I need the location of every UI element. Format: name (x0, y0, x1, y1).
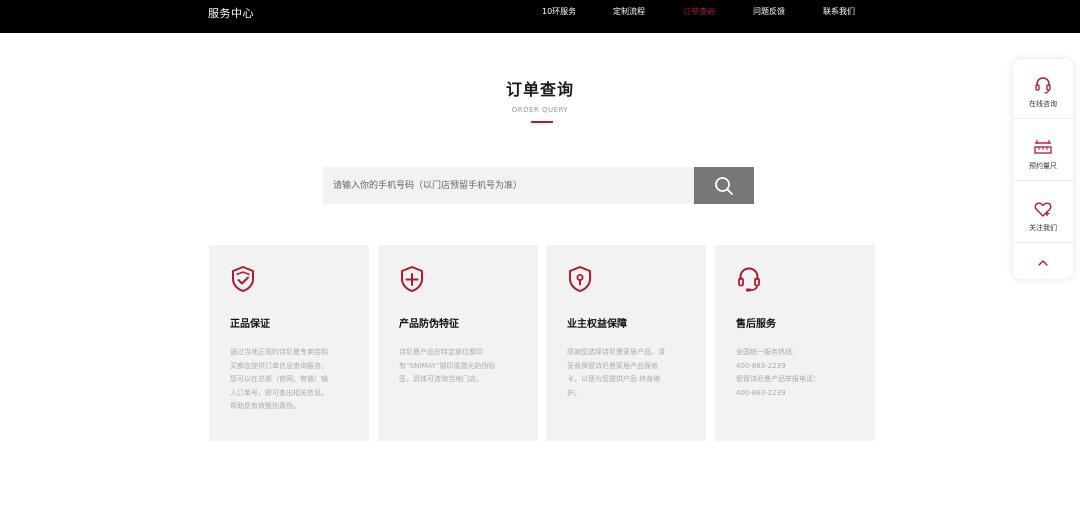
card-text-line: 假冒诗尼曼产品举报电话： (736, 375, 820, 383)
card-description: 通过当地正规的诗尼曼专卖店购 买都会提供订单信息查询服务， 您可以在总部（官网、… (230, 346, 350, 414)
title-underline (531, 121, 553, 123)
side-float-toolbar: 在线咨询 预约量尺 关注我们 (1013, 59, 1073, 279)
card-title: 售后服务 (736, 319, 776, 330)
top-navigation-bar: 服务中心 10环服务 定制流程 订单查询 问题反馈 联系我们 (0, 0, 1080, 33)
card-text-line: 签，具体可咨询当地门店。 (399, 375, 483, 383)
nav-item-custom-process[interactable]: 定制流程 (613, 6, 645, 17)
card-text-line: 护。 (567, 388, 581, 397)
card-title: 正品保证 (230, 319, 270, 330)
shield-plus-icon (401, 266, 423, 292)
card-text-line: 妥善保管诗尼曼家居产品保修 (567, 361, 658, 370)
card-text-line: 有“SNIMAY”钢印或激光防伪标 (399, 361, 496, 370)
back-to-top-button[interactable] (1013, 245, 1073, 279)
search-icon (715, 176, 733, 195)
main-nav: 10环服务 定制流程 订单查询 问题反馈 联系我们 (0, 6, 1080, 20)
card-description: 诗尼曼产品在特定部位都印 有“SNIMAY”钢印或激光防伪标 签，具体可咨询当地… (399, 346, 519, 387)
follow-us-button[interactable]: 关注我们 (1013, 183, 1073, 243)
headset-icon (1035, 77, 1051, 94)
card-text-line: 感谢您选择诗尼曼家居产品，请 (567, 348, 665, 356)
chevron-up-icon (1038, 260, 1048, 266)
feature-card-anti-counterfeit: 产品防伪特征 诗尼曼产品在特定部位都印 有“SNIMAY”钢印或激光防伪标 签，… (378, 245, 538, 441)
card-text-line: 全国统一服务热线： (736, 348, 799, 356)
nav-item-10-ring-service[interactable]: 10环服务 (542, 6, 576, 17)
page-title: 订单查询 (505, 80, 574, 99)
side-item-label: 预约量尺 (1029, 162, 1057, 170)
search-button[interactable] (694, 167, 754, 204)
card-title: 业主权益保障 (567, 319, 627, 330)
side-item-label: 在线咨询 (1029, 100, 1057, 108)
feature-card-after-sales: 售后服务 全国统一服务热线： 400-883-2239 假冒诗尼曼产品举报电话：… (715, 245, 875, 441)
ruler-icon (1034, 140, 1052, 154)
nav-item-order-query[interactable]: 订单查询 (683, 6, 715, 17)
nav-item-contact-us[interactable]: 联系我们 (823, 6, 855, 17)
shield-check-icon (232, 266, 254, 292)
online-consult-button[interactable]: 在线咨询 (1013, 59, 1073, 119)
feature-card-owner-rights: 业主权益保障 感谢您选择诗尼曼家居产品，请 妥善保管诗尼曼家居产品保修 卡，以便… (546, 245, 706, 441)
headset-icon (738, 267, 760, 292)
heart-plus-icon (1034, 202, 1052, 217)
nav-item-feedback[interactable]: 问题反馈 (753, 6, 785, 17)
side-item-label: 关注我们 (1029, 224, 1057, 232)
card-description: 感谢您选择诗尼曼家居产品，请 妥善保管诗尼曼家居产品保修 卡，以便为您提供产品 … (567, 346, 687, 400)
card-title: 产品防伪特征 (399, 319, 459, 330)
feature-card-authentic: 正品保证 通过当地正规的诗尼曼专卖店购 买都会提供订单信息查询服务， 您可以在总… (209, 245, 369, 441)
card-text-line: 买都会提供订单信息查询服务， (230, 361, 328, 370)
phone-search-input[interactable] (323, 167, 694, 204)
order-search-bar (323, 167, 754, 204)
card-text-line: 帮助您有效甄别真伪。 (230, 402, 300, 410)
service-hotline-number: 400-883-2239 (736, 361, 786, 370)
card-text-line: 您可以在总部（官网、官微）输 (230, 375, 328, 383)
card-description: 全国统一服务热线： 400-883-2239 假冒诗尼曼产品举报电话： 400-… (736, 346, 856, 400)
card-text-line: 诗尼曼产品在特定部位都印 (399, 348, 483, 356)
page-subtitle: ORDER QUERY (511, 106, 569, 114)
report-hotline-number: 400-883-2239 (736, 388, 786, 397)
card-text-line: 卡，以便为您提供产品 终身维 (567, 375, 661, 383)
card-text-line: 通过当地正规的诗尼曼专卖店购 (230, 348, 328, 356)
section-header: 订单查询 ORDER QUERY (0, 76, 1080, 114)
card-text-line: 入订单号，即可查出相关信息， (230, 388, 328, 397)
book-measurement-button[interactable]: 预约量尺 (1013, 121, 1073, 181)
shield-lock-icon (569, 266, 591, 292)
